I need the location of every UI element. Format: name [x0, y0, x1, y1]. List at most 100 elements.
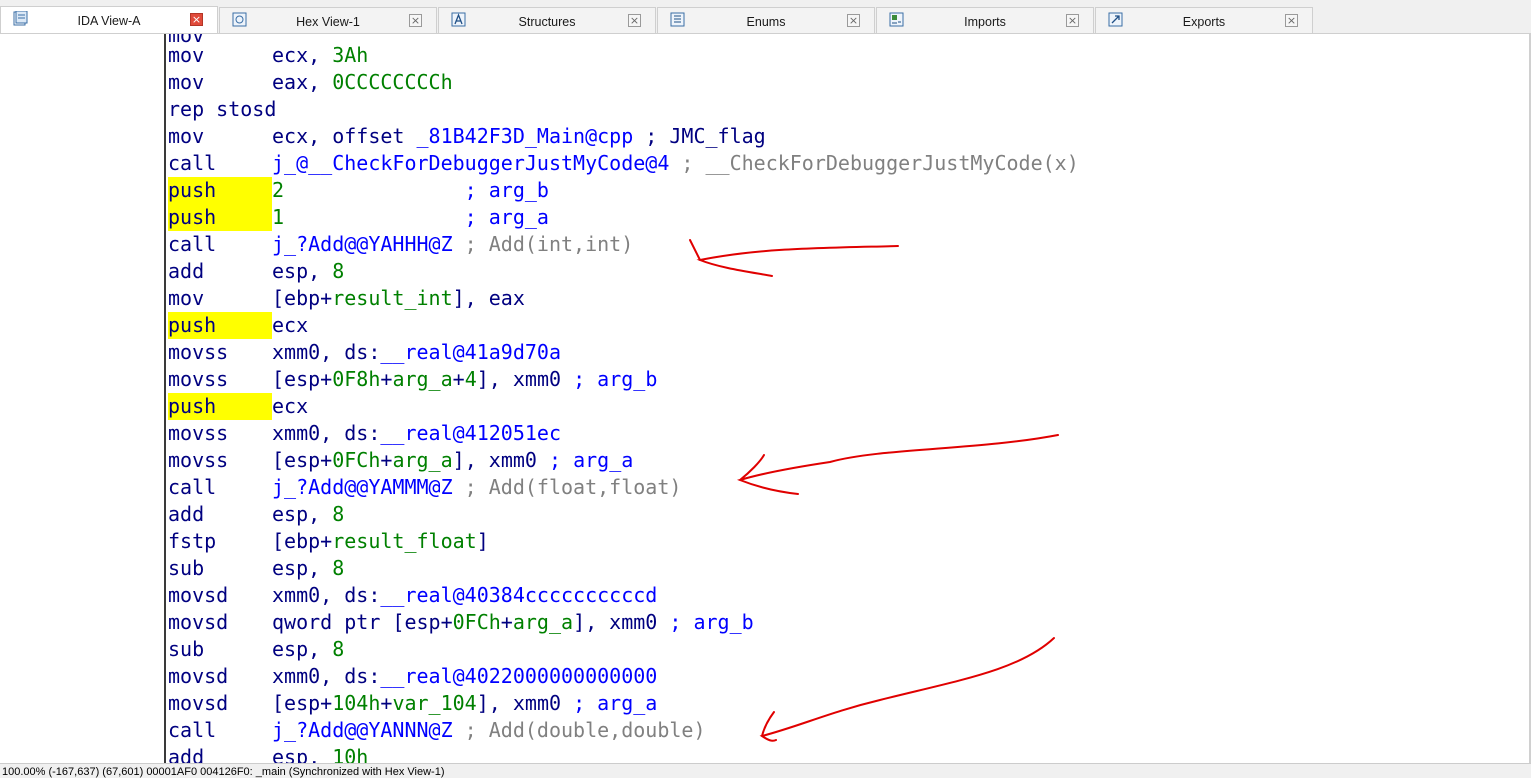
code-line[interactable]: movsd qword ptr [esp+0FCh+arg_a], xmm0 ; … — [168, 609, 754, 636]
mnemonic[interactable]: movss — [168, 366, 272, 393]
code-line[interactable]: call j_?Add@@YAMMM@Z ; Add(float,float) — [168, 474, 681, 501]
mnemonic[interactable]: rep stosd — [168, 96, 276, 123]
operand: [esp+ — [272, 691, 333, 715]
operand: arg_a — [512, 610, 574, 634]
mnemonic[interactable]: push — [168, 204, 272, 231]
mnemonic[interactable]: add — [168, 258, 272, 285]
arrows-gutter[interactable] — [0, 34, 164, 763]
code-line[interactable]: add esp, 10h — [168, 744, 368, 763]
code-line[interactable]: mov [ebp+result_int], eax — [168, 285, 525, 312]
operand: arg_a — [392, 367, 453, 391]
enums-icon — [670, 12, 685, 27]
code-line[interactable]: mov ecx, 3Ah — [168, 42, 368, 69]
mnemonic[interactable]: movss — [168, 447, 272, 474]
code-line[interactable]: fstp [ebp+result_float] — [168, 528, 489, 555]
tab-ida-view-a[interactable]: IDA View-A × — [0, 6, 218, 34]
operand: ecx, offset — [272, 124, 417, 148]
mnemonic[interactable]: call — [168, 717, 272, 744]
tab-imports[interactable]: Imports × — [876, 7, 1094, 33]
code-line[interactable]: call j_?Add@@YAHHH@Z ; Add(int,int) — [168, 231, 633, 258]
code-line[interactable]: rep stosd — [168, 96, 276, 123]
symbol-name[interactable]: _81B42F3D_Main@cpp — [417, 124, 634, 148]
mnemonic[interactable]: movss — [168, 420, 272, 447]
code-line[interactable]: push 1 ; arg_a — [168, 204, 549, 231]
symbol-name[interactable]: j_?Add@@YAHHH@Z — [272, 232, 453, 256]
operand: + — [500, 610, 513, 634]
mnemonic[interactable]: sub — [168, 555, 272, 582]
mnemonic[interactable]: fstp — [168, 528, 272, 555]
close-icon[interactable]: × — [1285, 14, 1298, 27]
mnemonic[interactable]: movss — [168, 339, 272, 366]
operand: + — [380, 367, 393, 391]
code-line[interactable]: call j_?Add@@YANNN@Z ; Add(double,double) — [168, 717, 706, 744]
mnemonic[interactable]: sub — [168, 636, 272, 663]
code-line[interactable]: mov eax, 0CCCCCCCCh — [168, 69, 453, 96]
code-line[interactable]: sub esp, 8 — [168, 636, 344, 663]
symbol-name[interactable]: __real@412051ec — [380, 421, 561, 445]
code-line[interactable]: movsd xmm0, ds:__real@40384ccccccccccd — [168, 582, 657, 609]
mnemonic[interactable]: push — [168, 177, 272, 204]
tab-structures[interactable]: Structures × — [438, 7, 656, 33]
code-line[interactable]: movsd xmm0, ds:__real@4022000000000000 — [168, 663, 657, 690]
comment: ; arg_b — [464, 178, 549, 202]
mnemonic[interactable]: push — [168, 312, 272, 339]
operand: esp, — [272, 259, 333, 283]
close-icon[interactable]: × — [628, 14, 641, 27]
symbol-name[interactable]: j_@__CheckForDebuggerJustMyCode@4 — [272, 151, 669, 175]
code-line[interactable]: push 2 ; arg_b — [168, 177, 549, 204]
symbol-name[interactable]: __real@4022000000000000 — [380, 664, 657, 688]
comment: ; __CheckForDebuggerJustMyCode(x) — [669, 151, 1079, 175]
mnemonic[interactable]: call — [168, 474, 272, 501]
operand: ], xmm0 — [452, 448, 549, 472]
tab-exports[interactable]: Exports × — [1095, 7, 1313, 33]
symbol-name[interactable]: j_?Add@@YAMMM@Z — [272, 475, 453, 499]
mnemonic[interactable]: call — [168, 150, 272, 177]
operand: + — [380, 448, 393, 472]
code-line[interactable]: movss [esp+0FCh+arg_a], xmm0 ; arg_a — [168, 447, 633, 474]
code-line[interactable]: push ecx — [168, 312, 308, 339]
symbol-name[interactable]: __real@40384ccccccccccd — [380, 583, 657, 607]
operand: esp, — [272, 502, 333, 526]
symbol-name[interactable]: j_?Add@@YANNN@Z — [272, 718, 453, 742]
code-line[interactable]: sub esp, 8 — [168, 555, 344, 582]
mnemonic[interactable]: call — [168, 231, 272, 258]
code-line[interactable]: movss xmm0, ds:__real@412051ec — [168, 420, 561, 447]
code-line[interactable]: add esp, 8 — [168, 258, 344, 285]
comment: ; Add(double,double) — [452, 718, 706, 742]
code-line[interactable]: add esp, 8 — [168, 501, 344, 528]
operand: ] — [476, 529, 489, 553]
mnemonic[interactable]: add — [168, 744, 272, 763]
tab-label: Imports — [964, 15, 1006, 29]
mnemonic[interactable]: movsd — [168, 690, 272, 717]
operand: 8 — [332, 556, 345, 580]
mnemonic[interactable]: add — [168, 501, 272, 528]
disassembly-view[interactable]: mov mov ecx, 3Ah mov eax, 0CCCCCCCCh rep sto… — [168, 34, 1525, 763]
close-icon[interactable]: × — [847, 14, 860, 27]
mnemonic[interactable]: movsd — [168, 609, 272, 636]
tab-enums[interactable]: Enums × — [657, 7, 875, 33]
status-text: 100.00% (-167,637) (67,601) 00001AF0 004… — [2, 766, 445, 778]
operand: esp, — [272, 637, 333, 661]
mnemonic[interactable]: mov — [168, 42, 272, 69]
mnemonic[interactable]: mov — [168, 69, 272, 96]
close-icon[interactable]: × — [409, 14, 422, 27]
mnemonic[interactable]: movsd — [168, 582, 272, 609]
comment: ; arg_b — [573, 367, 658, 391]
code-line[interactable]: movss [esp+0F8h+arg_a+4], xmm0 ; arg_b — [168, 366, 657, 393]
mnemonic[interactable]: mov — [168, 123, 272, 150]
operand: 0F8h — [332, 367, 381, 391]
close-icon[interactable]: × — [1066, 14, 1079, 27]
symbol-name[interactable]: __real@41a9d70a — [380, 340, 561, 364]
code-line[interactable]: movss xmm0, ds:__real@41a9d70a — [168, 339, 561, 366]
code-line[interactable]: push ecx — [168, 393, 308, 420]
operand: ], xmm0 — [573, 610, 670, 634]
operand: xmm0, ds: — [272, 421, 381, 445]
close-icon[interactable]: × — [190, 13, 203, 26]
code-line[interactable]: mov ecx, offset _81B42F3D_Main@cpp ; JMC_… — [168, 123, 766, 150]
mnemonic[interactable]: push — [168, 393, 272, 420]
mnemonic[interactable]: movsd — [168, 663, 272, 690]
code-line[interactable]: call j_@__CheckForDebuggerJustMyCode@4 ; … — [168, 150, 1079, 177]
mnemonic[interactable]: mov — [168, 285, 272, 312]
tab-hex-view-1[interactable]: Hex View-1 × — [219, 7, 437, 33]
code-line[interactable]: movsd [esp+104h+var_104], xmm0 ; arg_a — [168, 690, 657, 717]
